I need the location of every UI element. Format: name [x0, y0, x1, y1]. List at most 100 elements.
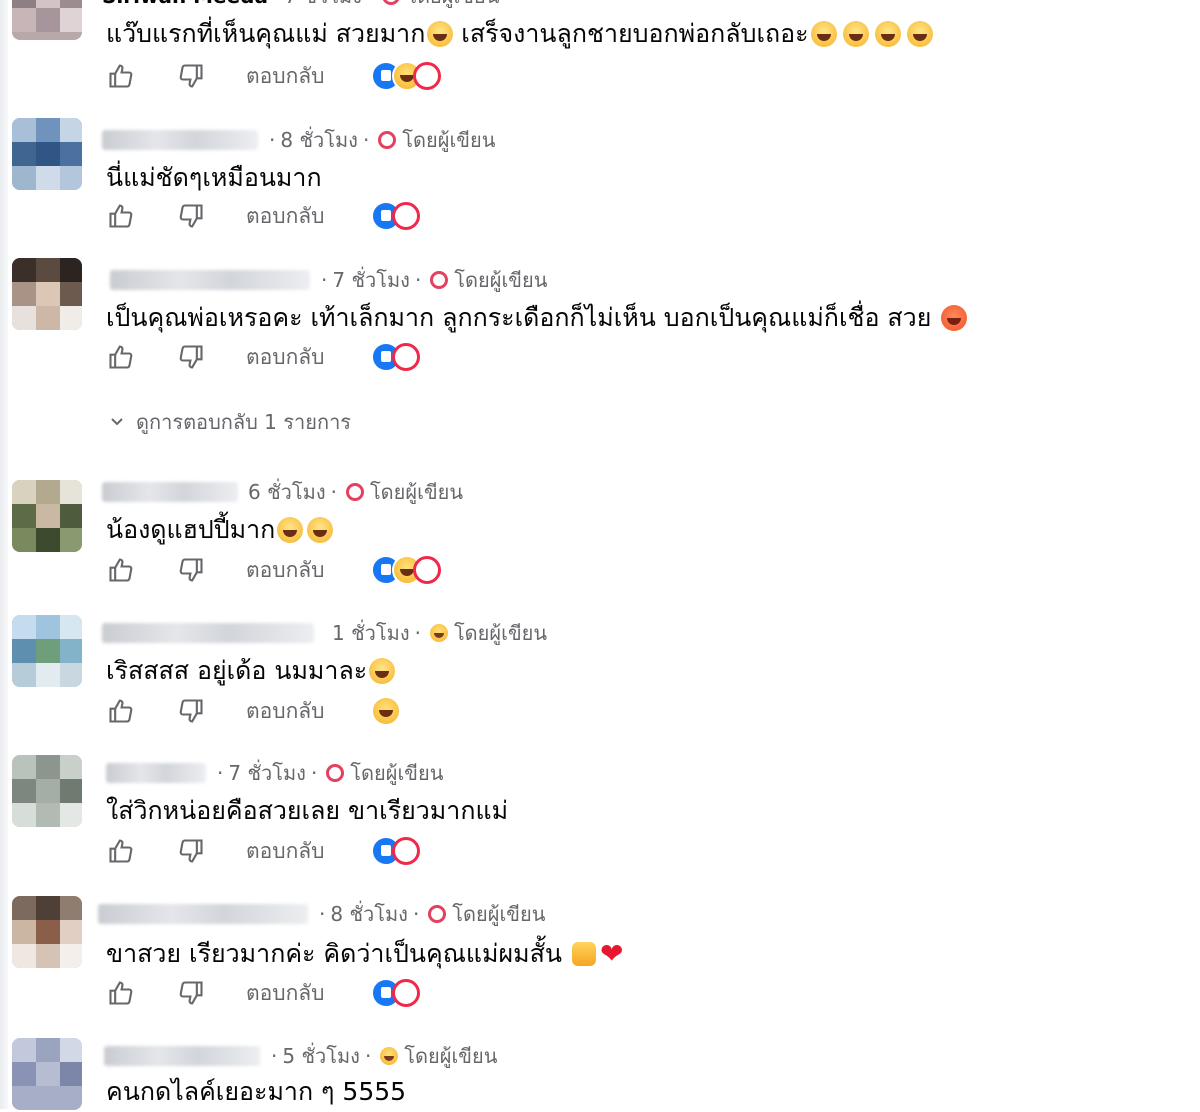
reply-button[interactable]: ตอบกลับ: [246, 835, 325, 868]
author-haha-icon: [429, 624, 448, 642]
comment-time[interactable]: 7 ชั่วโมง: [332, 264, 410, 296]
comment-text: เริสสสส อยู่เด้อ นมมาละ: [106, 651, 396, 691]
author-love-icon: [382, 0, 401, 5]
reaction-summary[interactable]: [370, 61, 441, 91]
joy-emoji-icon: [277, 517, 304, 543]
commenter-name-blurred[interactable]: [106, 763, 206, 783]
separator-dot: ·: [412, 902, 420, 926]
love-reaction-icon: [391, 979, 420, 1007]
reaction-summary[interactable]: [370, 696, 401, 726]
love-reaction-icon: [391, 202, 420, 230]
comment-meta: · 7 ชั่วโมง · โดยผู้เขียน: [102, 759, 443, 787]
view-replies-label: ดูการตอบกลับ 1 รายการ: [136, 410, 352, 434]
dislike-thumb-icon[interactable]: [176, 836, 206, 866]
like-thumb-icon[interactable]: [106, 61, 136, 91]
comment-time[interactable]: 8 ชั่วโมง: [280, 124, 358, 156]
like-thumb-icon[interactable]: [106, 201, 136, 231]
comment-meta: · 5 ชั่วโมง · โดยผู้เขียน: [102, 1042, 497, 1070]
avatar[interactable]: [12, 480, 82, 552]
separator-dot: ·: [273, 0, 279, 8]
commenter-name-blurred[interactable]: [102, 130, 258, 150]
view-replies-link[interactable]: ดูการตอบกลับ 1 รายการ: [106, 408, 351, 436]
commenter-name-blurred[interactable]: [102, 623, 314, 643]
reply-button[interactable]: ตอบกลับ: [246, 60, 325, 93]
author-tag: โดยผู้เขียน: [452, 902, 546, 926]
comment-text: แว๊บแรกที่เห็นคุณแม่ สวยมาก เสร็จงานลูกช…: [106, 14, 933, 54]
comment-meta: 6 ชั่วโมง · โดยผู้เขียน: [102, 478, 463, 506]
reply-button[interactable]: ตอบกลับ: [246, 200, 325, 233]
avatar[interactable]: [12, 258, 82, 330]
separator-dot: ·: [367, 0, 373, 8]
separator-dot: ·: [310, 761, 318, 785]
comment-actions: ตอบกลับ: [106, 59, 441, 93]
love-reaction-icon: [412, 556, 441, 584]
comment-time[interactable]: 8 ชั่วโมง: [330, 898, 408, 930]
reaction-summary[interactable]: [370, 978, 420, 1008]
avatar[interactable]: [12, 1038, 82, 1110]
like-thumb-icon[interactable]: [106, 342, 136, 372]
reply-button[interactable]: ตอบกลับ: [246, 977, 325, 1010]
joy-emoji-icon: [906, 21, 933, 47]
commenter-name-blurred[interactable]: [104, 1046, 260, 1066]
reply-button[interactable]: ตอบกลับ: [246, 695, 325, 728]
like-thumb-icon[interactable]: [106, 836, 136, 866]
comment-time[interactable]: 7 ชั่วโมง: [228, 757, 306, 789]
author-love-icon: [345, 483, 364, 501]
love-reaction-icon: [391, 343, 420, 371]
dislike-thumb-icon[interactable]: [176, 61, 206, 91]
comment-actions: ตอบกลับ: [106, 340, 420, 374]
comment-text-part: เป็นคุณพ่อเหรอคะ เท้าเล็กมาก ลูกกระเดือก…: [106, 303, 932, 332]
dislike-thumb-icon[interactable]: [176, 978, 206, 1008]
avatar[interactable]: [12, 0, 82, 40]
dislike-thumb-icon[interactable]: [176, 342, 206, 372]
commenter-name-blurred[interactable]: [110, 270, 310, 290]
like-thumb-icon[interactable]: [106, 555, 136, 585]
author-tag: โดยผู้เขียน: [369, 480, 464, 504]
dislike-thumb-icon[interactable]: [176, 201, 206, 231]
reply-button[interactable]: ตอบกลับ: [246, 554, 325, 587]
comment-text-part: น้องดูแฮปปี้มาก: [106, 515, 276, 544]
avatar[interactable]: [12, 755, 82, 827]
reply-button[interactable]: ตอบกลับ: [246, 341, 325, 374]
love-reaction-icon: [391, 837, 420, 865]
avatar[interactable]: [12, 896, 82, 968]
comment-meta: · 8 ชั่วโมง · โดยผู้เขียน: [98, 898, 546, 930]
separator-dot: ·: [321, 268, 328, 292]
author-haha-icon: [380, 1047, 399, 1065]
commenter-name[interactable]: Siriwan Meeda: [102, 0, 268, 8]
like-thumb-icon[interactable]: [106, 978, 136, 1008]
chevron-down-icon: [110, 410, 124, 434]
like-thumb-icon[interactable]: [106, 696, 136, 726]
commenter-name-blurred[interactable]: [102, 482, 238, 502]
grin-emoji-icon: [427, 21, 454, 47]
reaction-summary[interactable]: [370, 836, 420, 866]
comment-time[interactable]: 6 ชั่วโมง: [248, 476, 326, 508]
separator-dot: ·: [362, 128, 370, 152]
comment-text-part: ขาสวย เรียวมากค่ะ คิดว่าเป็นคุณแม่ผมสั้น: [106, 939, 562, 968]
reaction-summary[interactable]: [370, 555, 441, 585]
comment-text: น้องดูแฮปปี้มาก: [106, 510, 334, 550]
comment-text: เป็นคุณพ่อเหรอคะ เท้าเล็กมาก ลูกกระเดือก…: [106, 298, 968, 338]
comment-actions: ตอบกลับ: [106, 834, 420, 868]
sweat-smile-emoji-icon: [810, 21, 837, 47]
dislike-thumb-icon[interactable]: [176, 696, 206, 726]
comment-meta: Siriwan Meeda · 7 ชั่วโมง · โดยผู้เขียน: [102, 0, 499, 10]
comment-time[interactable]: 1 ชั่วโมง: [332, 617, 410, 649]
reaction-summary[interactable]: [370, 342, 420, 372]
avatar[interactable]: [12, 615, 82, 687]
reaction-summary[interactable]: [370, 201, 420, 231]
thumbs-up-emoji-icon: [571, 942, 596, 966]
separator-dot: ·: [319, 902, 326, 926]
comment-time[interactable]: 7 ชั่วโมง: [284, 0, 362, 12]
author-tag: โดยผู้เขียน: [404, 1044, 498, 1068]
red-heart-emoji-icon: ❤: [599, 937, 624, 970]
haha-reaction-icon: [370, 696, 401, 726]
comment-time[interactable]: 5 ชั่วโมง: [282, 1040, 360, 1072]
author-tag: โดยผู้เขียน: [454, 268, 548, 292]
commenter-name-blurred[interactable]: [98, 904, 308, 924]
dislike-thumb-icon[interactable]: [176, 555, 206, 585]
author-tag: โดยผู้เขียน: [402, 128, 496, 152]
grin-emoji-icon: [842, 21, 869, 47]
avatar[interactable]: [12, 118, 82, 190]
grin-emoji-icon: [369, 658, 396, 684]
